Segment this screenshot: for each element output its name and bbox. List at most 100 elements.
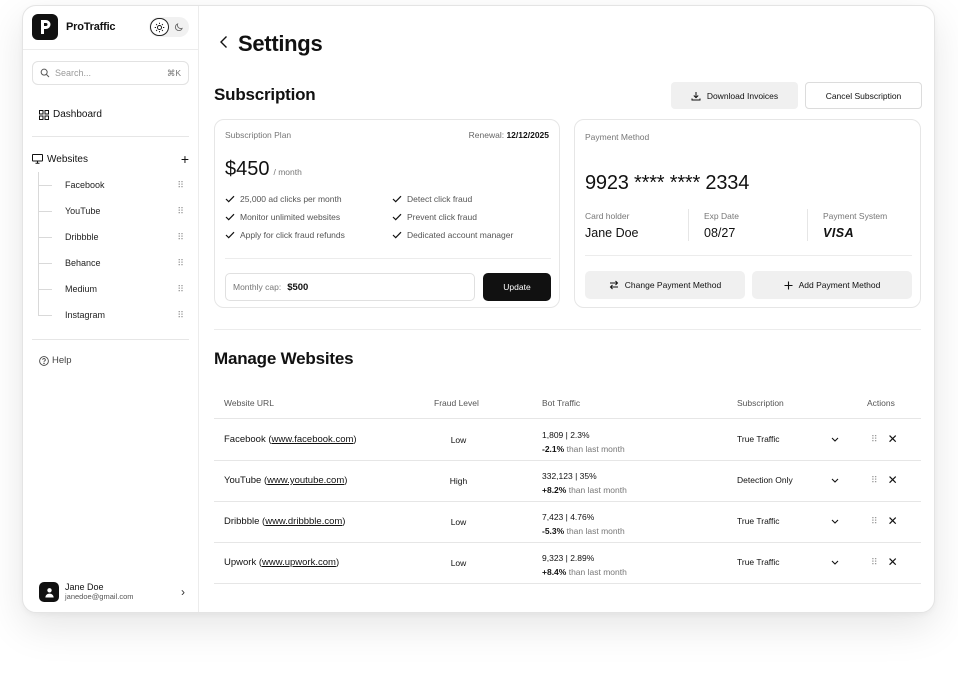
subscription-title: Subscription: [214, 85, 316, 104]
delete-icon[interactable]: ✕: [888, 433, 898, 445]
drag-handle-icon[interactable]: ⠿: [177, 284, 184, 295]
drag-handle-icon[interactable]: ⠿: [871, 516, 878, 527]
drag-handle-icon[interactable]: ⠿: [177, 206, 184, 217]
table-row: Upwork (www.upwork.com) Low 9,323 | 2.89…: [214, 543, 921, 584]
delete-icon[interactable]: ✕: [888, 474, 898, 486]
sun-icon[interactable]: [150, 18, 169, 36]
plan-price: $450 / month: [225, 158, 302, 181]
drag-handle-icon[interactable]: ⠿: [177, 310, 184, 321]
search-icon: [40, 68, 50, 78]
subscription-select[interactable]: True Traffic: [737, 557, 839, 567]
page-title: Settings: [238, 31, 323, 56]
drag-handle-icon[interactable]: ⠿: [177, 258, 184, 269]
column-header: Fraud Level: [434, 398, 479, 408]
search-box[interactable]: ⌘K: [32, 61, 189, 85]
sidebar-divider: [32, 136, 189, 137]
column-divider: [688, 209, 689, 241]
sidebar-item-label: Medium: [65, 284, 98, 294]
website-name: Dribbble: [224, 516, 260, 527]
sidebar-item-label: Facebook: [65, 180, 105, 190]
payment-system: Payment System VISA: [823, 211, 887, 240]
delete-icon[interactable]: ✕: [888, 556, 898, 568]
sidebar-divider: [32, 339, 189, 340]
sidebar-item-label: Behance: [65, 258, 101, 268]
chevron-down-icon: [831, 437, 839, 442]
check-icon: [225, 195, 235, 203]
avatar: [39, 582, 59, 602]
sidebar-item-label: Instagram: [65, 310, 106, 320]
card-holder: Card holder Jane Doe: [585, 211, 639, 240]
renewal-info: Renewal: 12/12/2025: [469, 130, 549, 140]
add-payment-method-button[interactable]: Add Payment Method: [752, 271, 912, 299]
traffic-trend: +8.2% than last month: [542, 483, 627, 497]
website-link[interactable]: www.facebook.com: [272, 434, 354, 445]
subscription-select[interactable]: Detection Only: [737, 475, 839, 485]
subscription-value: True Traffic: [737, 434, 780, 444]
monthly-cap-field[interactable]: Monthly cap: $500: [225, 273, 475, 301]
sidebar-item-youtube[interactable]: YouTube ⠿: [38, 204, 189, 218]
feature-label: 25,000 ad clicks per month: [240, 194, 342, 204]
exp-date: Exp Date 08/27: [704, 211, 739, 240]
subscription-select[interactable]: True Traffic: [737, 516, 839, 526]
cancel-subscription-button[interactable]: Cancel Subscription: [805, 82, 922, 109]
sidebar-item-behance[interactable]: Behance ⠿: [38, 256, 189, 270]
drag-handle-icon[interactable]: ⠿: [177, 180, 184, 191]
delete-icon[interactable]: ✕: [888, 515, 898, 527]
drag-handle-icon[interactable]: ⠿: [871, 557, 878, 568]
download-invoices-button[interactable]: Download Invoices: [671, 82, 798, 109]
moon-icon[interactable]: [169, 18, 188, 36]
bot-traffic-value: 1,809 | 2.3%: [542, 430, 590, 440]
download-invoices-label: Download Invoices: [706, 90, 779, 101]
sidebar-item-facebook[interactable]: Facebook ⠿: [38, 178, 189, 192]
check-icon: [225, 213, 235, 221]
add-website-button[interactable]: +: [181, 152, 189, 166]
download-icon: [691, 91, 701, 101]
column-header: Subscription: [737, 398, 784, 408]
theme-toggle[interactable]: [149, 17, 189, 37]
search-shortcut: ⌘K: [166, 67, 181, 78]
brand[interactable]: ProTraffic: [32, 14, 116, 40]
app-window: ProTraffic ⌘K Dashboard: [22, 5, 935, 613]
trend-change: -5.3%: [542, 526, 565, 536]
website-link[interactable]: www.upwork.com: [262, 557, 336, 568]
cap-label: Monthly cap:: [233, 282, 282, 292]
bot-traffic-cell: 9,323 | 2.89% +8.4% than last month: [542, 551, 627, 579]
search-input[interactable]: [55, 68, 155, 78]
sidebar-item-label: Dashboard: [53, 109, 102, 120]
website-name: YouTube: [224, 475, 262, 486]
user-email: janedoe@gmail.com: [65, 592, 134, 601]
payment-method-card: Payment Method 9923 **** **** 2334 Card …: [574, 119, 921, 308]
sidebar-item-label: Dribbble: [65, 232, 99, 242]
update-label: Update: [503, 282, 531, 292]
trend-change: -2.1%: [542, 444, 565, 454]
bot-traffic-value: 9,323 | 2.89%: [542, 553, 595, 563]
column-header: Actions: [867, 398, 895, 408]
change-payment-method-button[interactable]: Change Payment Method: [585, 271, 745, 299]
app-name: ProTraffic: [66, 21, 116, 33]
sidebar-item-dribbble[interactable]: Dribbble ⠿: [38, 230, 189, 244]
help-icon: [39, 355, 49, 366]
chevron-right-icon[interactable]: ›: [181, 585, 185, 599]
website-link[interactable]: www.youtube.com: [267, 475, 344, 486]
sidebar-item-websites[interactable]: Websites +: [32, 152, 189, 166]
drag-handle-icon[interactable]: ⠿: [871, 434, 878, 445]
website-link[interactable]: www.dribbble.com: [265, 516, 342, 527]
back-button[interactable]: [219, 35, 229, 54]
feature-label: Dedicated account manager: [407, 230, 514, 240]
drag-handle-icon[interactable]: ⠿: [177, 232, 184, 243]
user-profile[interactable]: Jane Doe janedoe@gmail.com ›: [39, 581, 189, 603]
page-header: Settings: [219, 31, 323, 57]
bot-traffic-value: 332,123 | 35%: [542, 471, 597, 481]
website-cell: YouTube (www.youtube.com): [224, 475, 348, 486]
row-actions: ⠿ ✕: [871, 556, 898, 568]
drag-handle-icon[interactable]: ⠿: [871, 475, 878, 486]
sidebar-item-medium[interactable]: Medium ⠿: [38, 282, 189, 296]
traffic-trend: -5.3% than last month: [542, 524, 625, 538]
card-holder-label: Card holder: [585, 211, 630, 221]
sidebar-item-help[interactable]: Help: [39, 355, 72, 366]
sidebar-item-dashboard[interactable]: Dashboard: [39, 109, 102, 120]
sidebar-item-instagram[interactable]: Instagram ⠿: [38, 308, 189, 322]
subscription-select[interactable]: True Traffic: [737, 434, 839, 444]
update-button[interactable]: Update: [483, 273, 551, 301]
feature-item: Dedicated account manager: [392, 230, 513, 240]
